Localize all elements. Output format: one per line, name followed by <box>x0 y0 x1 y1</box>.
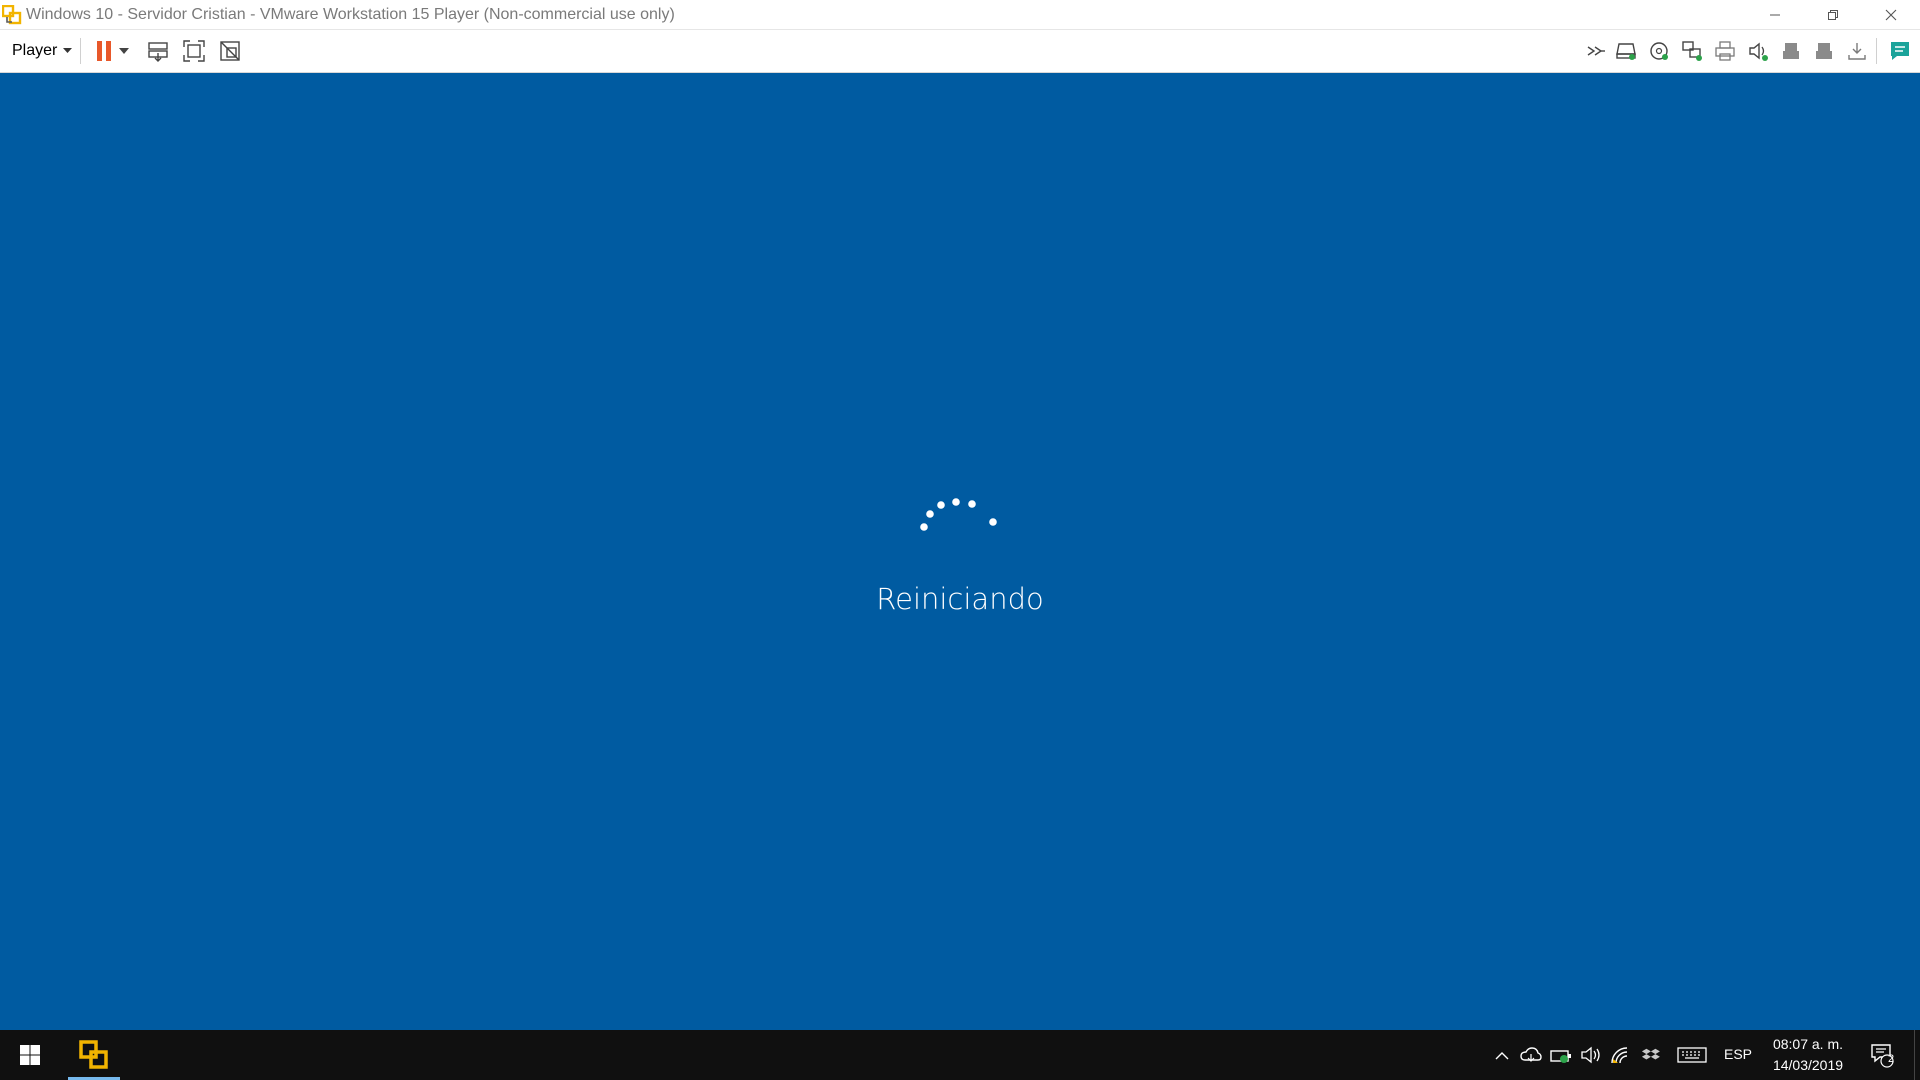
wifi-tray-button[interactable] <box>1608 1030 1634 1080</box>
hard-disk-icon <box>1616 43 1636 60</box>
sound-card-button[interactable] <box>1745 38 1771 64</box>
close-button[interactable] <box>1862 0 1920 29</box>
window-title-bar: Windows 10 - Servidor Cristian - VMware … <box>0 0 1920 30</box>
show-desktop-button[interactable] <box>1914 1030 1920 1080</box>
show-hidden-icons-button[interactable] <box>1490 1030 1514 1080</box>
cd-dvd-button[interactable] <box>1646 38 1672 64</box>
message-log-button[interactable] <box>1887 38 1913 64</box>
notification-count-badge: 2 <box>1887 1053 1895 1065</box>
onedrive-tray-button[interactable] <box>1518 1030 1544 1080</box>
pause-icon <box>97 41 111 61</box>
taskbar-vmware-player[interactable] <box>68 1030 120 1080</box>
taskbar-clock[interactable]: 08:07 a. m. 14/03/2019 <box>1762 1034 1854 1076</box>
loading-dots-spinner <box>920 498 997 531</box>
printer-icon <box>1715 41 1735 61</box>
windows-start-icon <box>20 1045 40 1065</box>
restore-icon <box>1828 9 1838 20</box>
input-language-indicator[interactable]: ESP <box>1724 1046 1752 1062</box>
restart-status-text: Reiniciando <box>876 582 1044 616</box>
send-ctrl-alt-del-button[interactable] <box>145 38 171 64</box>
dropbox-tray-button[interactable] <box>1638 1030 1664 1080</box>
full-screen-icon <box>183 40 205 62</box>
clock-time: 08:07 a. m. <box>1772 1036 1844 1052</box>
hard-disk-button[interactable] <box>1613 38 1639 64</box>
more-devices-button[interactable] <box>1583 38 1609 64</box>
start-button[interactable] <box>0 1030 60 1080</box>
action-center-button[interactable]: 2 <box>1862 1030 1902 1080</box>
wifi-icon <box>1611 1047 1628 1064</box>
sound-card-icon <box>1749 42 1768 61</box>
network-adapter-icon <box>1682 41 1702 61</box>
volume-tray-button[interactable] <box>1578 1030 1604 1080</box>
dropdown-caret-icon <box>119 48 129 54</box>
send-ctrl-alt-del-icon <box>148 42 168 62</box>
pause-button[interactable] <box>91 38 117 64</box>
usb-device-icon <box>1783 43 1799 59</box>
usb-device-2-icon <box>1816 43 1832 59</box>
network-adapter-button[interactable] <box>1679 38 1705 64</box>
unity-button[interactable] <box>217 38 243 64</box>
battery-tray-button[interactable] <box>1548 1030 1574 1080</box>
printer-button[interactable] <box>1712 38 1738 64</box>
restore-button[interactable] <box>1804 0 1862 29</box>
toolbar-divider <box>80 38 81 64</box>
vmware-icon <box>79 1040 108 1069</box>
full-screen-button[interactable] <box>181 38 207 64</box>
close-icon <box>1885 9 1897 20</box>
volume-icon <box>1581 1046 1600 1064</box>
onedrive-cloud-icon <box>1520 1047 1542 1062</box>
window-title: Windows 10 - Servidor Cristian - VMware … <box>26 6 675 23</box>
toolbar-divider <box>1876 38 1877 64</box>
vmware-app-icon <box>1 4 22 25</box>
player-menu-label: Player <box>12 42 58 59</box>
touch-keyboard-button[interactable] <box>1672 1030 1712 1080</box>
clock-date: 14/03/2019 <box>1772 1057 1844 1073</box>
player-menu-button[interactable]: Player <box>12 40 73 62</box>
usb-device-2-button[interactable] <box>1811 38 1837 64</box>
show-hidden-icons-chevron <box>1495 1051 1509 1059</box>
minimize-icon <box>1770 14 1780 15</box>
touch-keyboard-icon <box>1677 1047 1707 1063</box>
pause-options-dropdown[interactable] <box>116 38 132 64</box>
chevron-down-icon <box>63 48 73 53</box>
more-devices-icon <box>1587 46 1605 56</box>
dropbox-icon <box>1641 1048 1660 1060</box>
cd-dvd-icon <box>1650 42 1668 60</box>
player-toolbar: Player <box>0 30 1920 73</box>
windows-taskbar: ESP 08:07 a. m. 14/03/2019 2 <box>0 1030 1920 1080</box>
vm-display[interactable]: Reiniciando <box>0 73 1920 1030</box>
message-log-icon <box>1891 42 1909 60</box>
minimize-button[interactable] <box>1746 0 1804 29</box>
usb-eject-button[interactable] <box>1844 38 1870 64</box>
battery-icon <box>1550 1050 1571 1063</box>
unity-icon <box>220 41 240 61</box>
usb-eject-icon <box>1848 43 1866 60</box>
usb-device-button[interactable] <box>1778 38 1804 64</box>
